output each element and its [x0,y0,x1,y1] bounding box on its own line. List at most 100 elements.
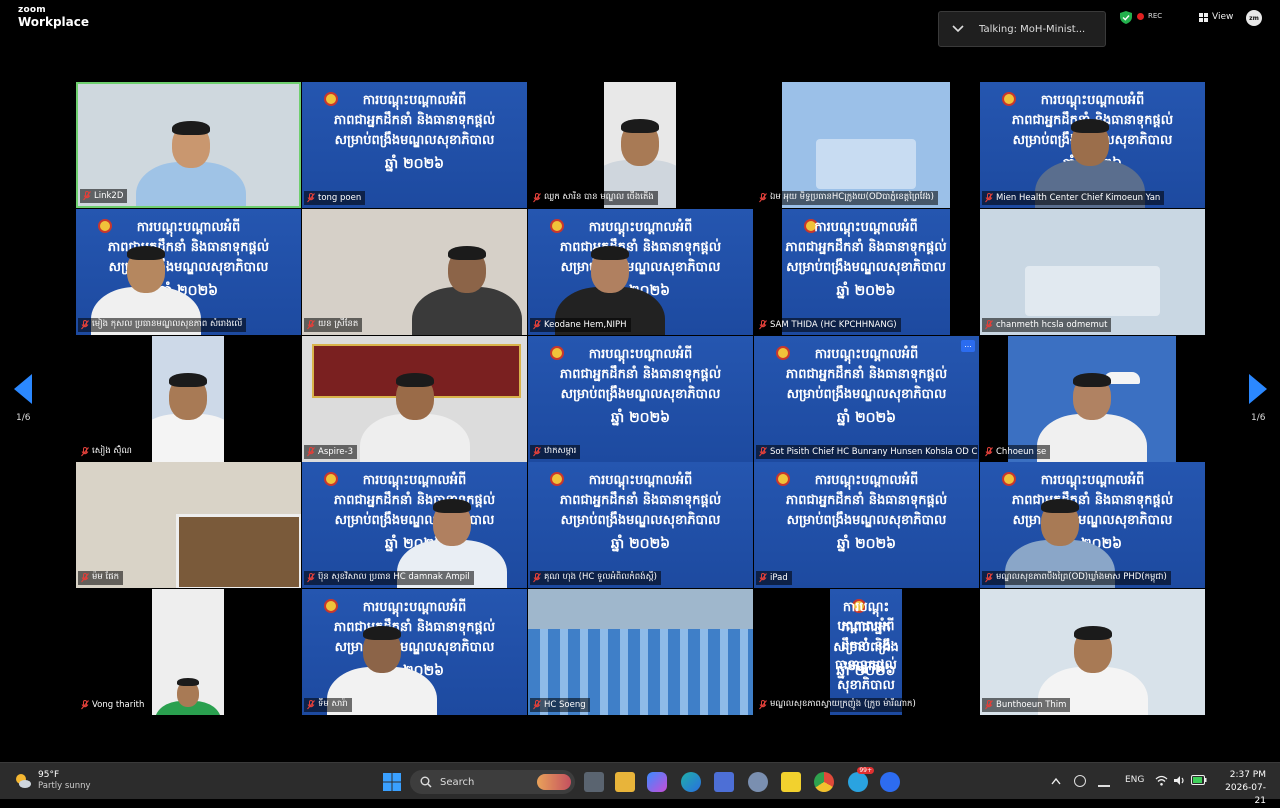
muted-mic-icon [759,447,767,457]
file-explorer-icon[interactable] [615,772,635,792]
participant-video-tile[interactable]: ការបណ្តុះបណ្តាលអំពី ភាពជាអ្នកដឹកនាំ និងធា… [754,462,979,588]
participant-name: ម៉ម ផែក [92,572,119,582]
participant-name-label: ឈ្លក សារិន បាន មណ្ឌល ចើងតើង [530,191,658,205]
slide-line-2: ភាពជាអ្នកដឹកនាំ និងធានាទុកផ្តល់ [559,367,722,382]
store-icon[interactable] [714,772,734,792]
room-furniture [815,138,917,190]
participant-video-tile[interactable]: ការបណ្តុះបណ្តាលអំពី ភាពជាអ្នកដឹកនាំ និងធា… [754,336,979,462]
participant-video-tile[interactable]: ការបណ្តុះបណ្តាលអំពី ភាពជាអ្នកដឹកនាំ និងធា… [754,589,979,715]
participant-video-tile[interactable]: ការបណ្តុះបណ្តាលអំពី ភាពជាអ្នកដឹកនាំ និងធា… [980,82,1205,208]
presentation-slide: ការបណ្តុះបណ្តាលអំពី ភាពជាអ្នកដឹកនាំ និងធា… [754,462,979,588]
video-feed: ការបណ្តុះបណ្តាលអំពី ភាពជាអ្នកដឹកនាំ និងធា… [302,589,527,715]
participant-name-label: chanmeth hcsla odmemut [982,318,1112,332]
edge-browser-icon[interactable] [681,772,701,792]
participant-video-tile[interactable]: ការបណ្តុះបណ្តាលអំពី ភាពជាអ្នកដឹកនាំ និងធា… [528,462,753,588]
taskbar-search[interactable]: Search [410,770,575,794]
participant-name-label: ទីម សារ៉ា [304,698,352,712]
participant-video-tile[interactable]: ម៉ម ផែក [76,462,301,588]
app-r-icon[interactable] [748,772,768,792]
view-button[interactable]: View [1199,12,1233,22]
video-feed [980,589,1205,715]
volume-icon[interactable] [1173,775,1185,786]
chevron-up-icon[interactable] [1051,777,1061,785]
video-feed [76,462,301,588]
participant-video-tile[interactable]: ការបណ្តុះបណ្តាលអំពីភាពជាអ្នកដឹកនាំ និងធា… [528,336,753,462]
participant-video-tile[interactable]: ឈ្លក សារិន បាន មណ្ឌល ចើងតើង [528,82,753,208]
participant-name: ទីម សារ៉ា [318,699,348,709]
weather-widget[interactable]: 95°F Partly sunny [14,770,91,791]
participant-name: ប៊ុន សុខវិសាល ប្រធាន HC damnak Ampil [318,572,470,582]
telegram-icon[interactable]: 99+ [848,767,874,792]
talking-indicator[interactable]: Talking: MoH-Minist... [938,11,1106,47]
muted-mic-icon [985,700,993,710]
security-shield-icon[interactable] [1120,11,1132,24]
recording-indicator[interactable]: REC [1137,12,1162,20]
participant-video-tile[interactable]: Link2D [76,82,301,208]
participant-video-tile[interactable]: ការបណ្តុះបណ្តាលអំពី ភាពជាអ្នកដឹកនាំ និងធា… [76,209,301,335]
participant-silhouette [528,209,753,335]
sticky-notes-icon[interactable] [781,772,801,792]
account-avatar[interactable]: zm [1246,10,1262,26]
participant-video-tile[interactable]: ការបណ្តុះបណ្តាលអំពី ភាពជាអ្នកដឹកនាំ និងធា… [302,462,527,588]
video-feed [528,589,753,715]
participant-silhouette [78,84,299,206]
participant-video-tile[interactable]: HC Soeng [528,589,753,715]
participant-video-tile[interactable]: យន ស្រីនែត [302,209,527,335]
participant-video-tile[interactable]: Chhoeun se [980,336,1205,462]
participant-name: SAM THIDA (HC KPCHHNANG) [770,320,897,330]
participant-name-label: Link2D [80,189,128,203]
participant-silhouette [302,336,527,462]
task-view-icon[interactable] [584,772,604,792]
participant-video-tile[interactable]: Vong tharith [76,589,301,715]
more-options-button[interactable]: ... [961,340,975,352]
participant-name-label: មណ្ឌលសុខភាពស្វាយក្រញ៉ូង (ក្រូច ម៉ារីណាក) [756,698,920,712]
participant-silhouette [152,589,224,715]
video-feed: ការបណ្តុះបណ្តាលអំពី ភាពជាអ្នកដឹកនាំ និងធា… [528,462,753,588]
slide-line-2: ភាពជាអ្នកដឹកនាំ និងធានាទុកផ្តល់ [785,367,948,382]
zoom-app-icon[interactable] [880,772,900,792]
participant-video-tile[interactable]: chanmeth hcsla odmemut [980,209,1205,335]
participant-name-label: ម៉ម ផែក [78,571,123,585]
muted-mic-icon [985,447,993,457]
copilot-icon[interactable] [647,772,667,792]
start-button[interactable] [382,772,402,792]
participant-video-tile[interactable]: ការបណ្តុះបណ្តាលអំពី ភាពជាអ្នកដឹកនាំ និងធា… [754,209,979,335]
sync-icon[interactable] [1074,775,1086,787]
participant-silhouette [76,209,301,335]
muted-mic-icon [533,320,541,330]
previous-page-button[interactable] [12,372,34,406]
room-furniture [1025,265,1160,317]
presentation-slide: ការបណ្តុះបណ្តាលអំពី ភាពជាអ្នកដឹកនាំ និងធា… [302,82,527,208]
system-clock[interactable]: 2:37 PM 2026-07-21 [1214,769,1266,808]
participant-video-tile[interactable]: ការបណ្តុះបណ្តាលអំពី ភាពជាអ្នកដឹកនាំ និងធា… [302,589,527,715]
language-indicator[interactable]: ENG [1125,775,1144,785]
video-feed [782,82,950,208]
participant-video-tile[interactable]: Aspire-3 [302,336,527,462]
chrome-icon[interactable] [814,772,834,792]
participant-name: Sot Pisith Chief HC Bunrany Hunsen Kohsl… [770,447,978,457]
participant-silhouette [302,462,527,588]
network-share-icon[interactable] [1098,775,1110,787]
participant-video-tile[interactable]: ការបណ្តុះបណ្តាលអំពី ភាពជាអ្នកដឹកនាំ និងធា… [980,462,1205,588]
participant-name: HC Soeng [544,700,586,710]
rec-label: REC [1148,12,1163,20]
talking-label: Talking: [979,23,1017,35]
participant-name-label: ឯម អុយ មិទ្ធប្រធានHCក្រូងយ(ODបាភ្នំខេត្ត… [756,191,938,205]
participant-video-tile[interactable]: Bunthoeun Thim [980,589,1205,715]
slide-line-1: ការបណ្តុះបណ្តាលអំពី [588,347,693,362]
muted-mic-icon [81,447,89,457]
slide-line-3: សម្រាប់ពង្រឹងមណ្ឌលសុខាភិបាល [786,260,946,275]
video-feed: ការបណ្តុះបណ្តាលអំពី ភាពជាអ្នកដឹកនាំ និងធា… [302,462,527,588]
battery-icon[interactable] [1191,775,1207,785]
video-feed: ការបណ្តុះបណ្តាលអំពី ភាពជាអ្នកដឹកនាំ និងធា… [782,209,950,335]
next-page-button[interactable] [1247,372,1269,406]
wifi-icon[interactable] [1155,775,1168,786]
slide-line-4: ឆ្នាំ ២០២៦ [836,536,897,552]
participant-name: មណ្ឌលសុខភាពស្វាយក្រញ៉ូង (ក្រូច ម៉ារីណាក) [770,699,916,709]
participant-silhouette [604,82,676,208]
muted-mic-icon [533,573,541,583]
participant-video-tile[interactable]: ឯម អុយ មិទ្ធប្រធានHCក្រូងយ(ODបាភ្នំខេត្ត… [754,82,979,208]
participant-video-tile[interactable]: សៀង ស៊ុំណ [76,336,301,462]
participant-video-tile[interactable]: ការបណ្តុះបណ្តាលអំពី ភាពជាអ្នកដឹកនាំ និងធា… [528,209,753,335]
participant-video-tile[interactable]: ការបណ្តុះបណ្តាលអំពី ភាពជាអ្នកដឹកនាំ និងធា… [302,82,527,208]
